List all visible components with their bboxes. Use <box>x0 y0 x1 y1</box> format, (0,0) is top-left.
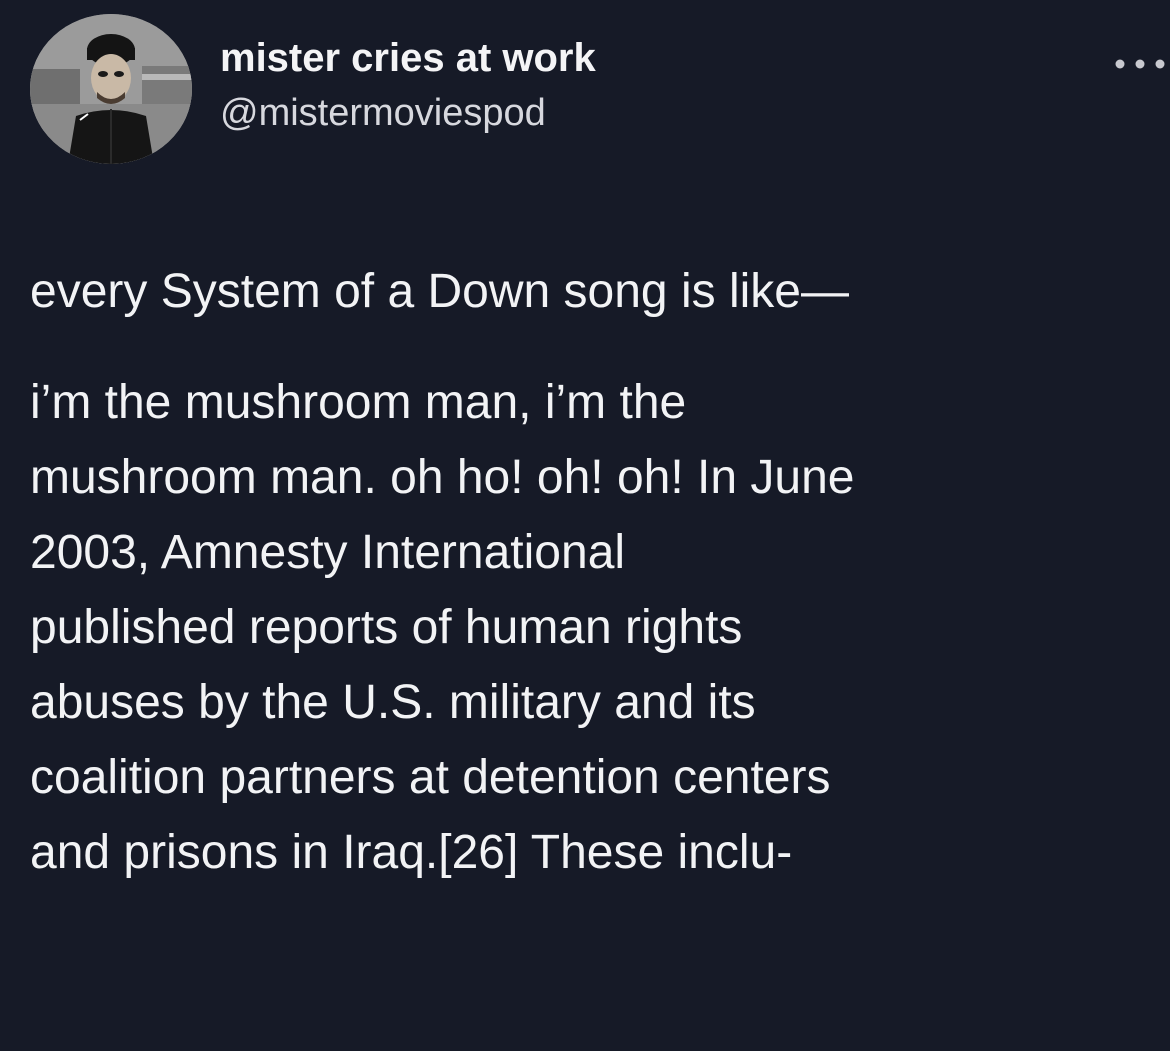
tweet-line: published reports of human rights <box>30 601 743 654</box>
tweet-body: every System of a Down song is like— i’m… <box>30 254 1165 890</box>
tweet-header: mister cries at work @mistermoviespod <box>30 14 1170 164</box>
tweet-line: mushroom man. oh ho! oh! oh! In June <box>30 451 855 504</box>
tweet-paragraph: i’m the mushroom man, i’m the mushroom m… <box>30 365 1165 890</box>
tweet-line: i’m the mushroom man, i’m the <box>30 376 687 429</box>
display-name[interactable]: mister cries at work <box>220 36 596 81</box>
user-handle[interactable]: @mistermoviespod <box>220 92 546 135</box>
tweet-line: abuses by the U.S. military and its <box>30 676 756 729</box>
ellipsis-icon <box>1115 59 1165 69</box>
avatar-image <box>30 14 192 164</box>
tweet-card: mister cries at work @mistermoviespod ev… <box>0 0 1170 1051</box>
tweet-line: 2003, Amnesty International <box>30 526 626 579</box>
tweet-line: and prisons in Iraq.[26] These inclu- <box>30 826 793 879</box>
avatar[interactable] <box>30 14 192 164</box>
tweet-first-line: every System of a Down song is like— <box>30 265 849 318</box>
more-options-icon[interactable] <box>1110 54 1170 74</box>
tweet-line: coalition partners at detention centers <box>30 751 831 804</box>
